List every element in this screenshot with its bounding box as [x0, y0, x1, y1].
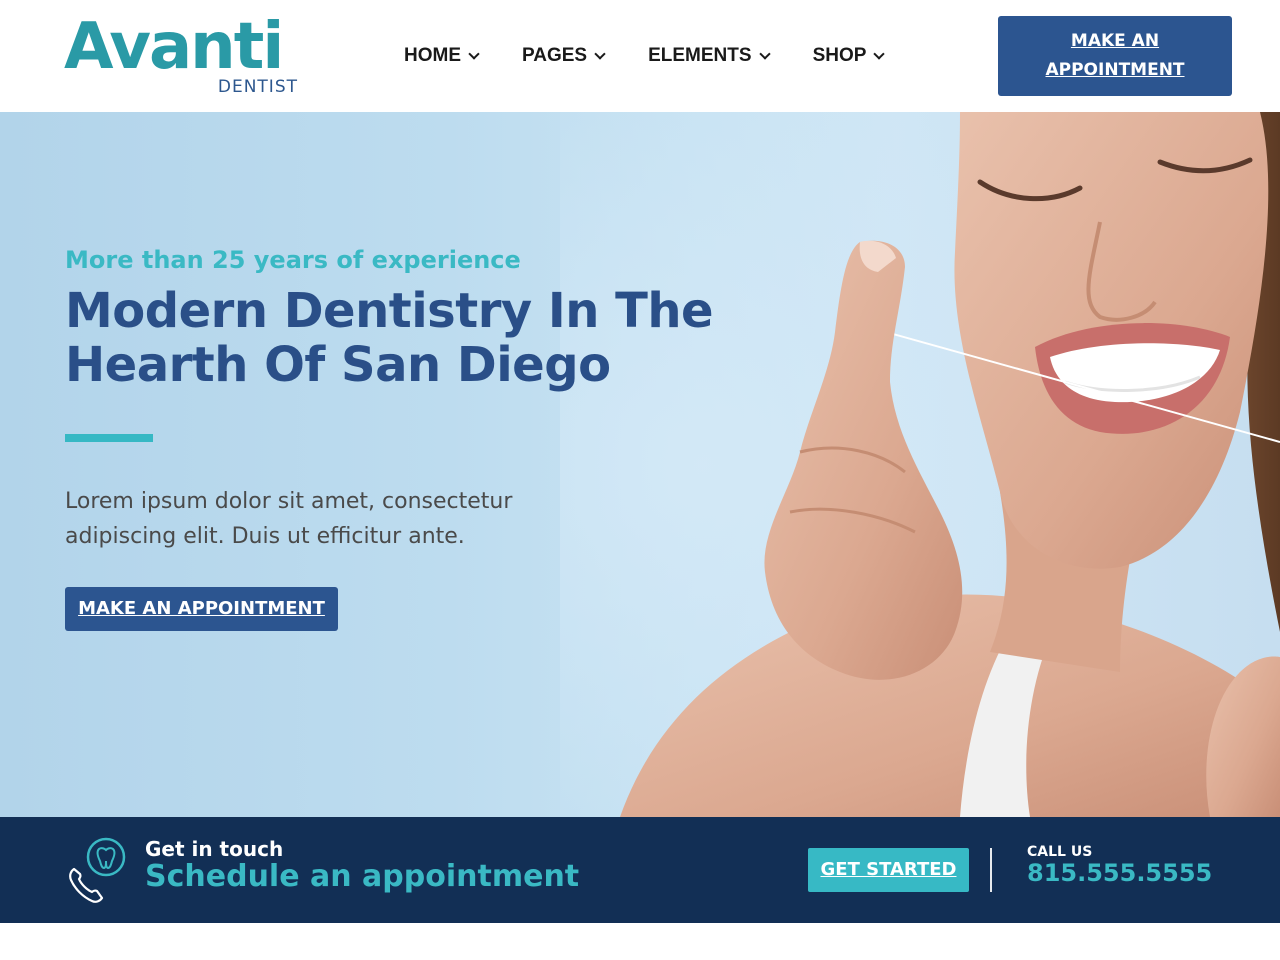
logo-tagline: DENTIST: [217, 77, 298, 97]
call-us-label: CALL US: [1027, 844, 1093, 860]
hero-lead-text: Lorem ipsum dolor sit amet, consectetur …: [65, 484, 565, 554]
nav-label: HOME: [404, 45, 461, 66]
button-label-line2: APPOINTMENT: [1045, 60, 1185, 80]
button-label-line1: MAKE AN: [1070, 31, 1160, 51]
nav-item-home[interactable]: HOME: [404, 42, 480, 70]
hero-headline: Modern Dentistry In The Hearth Of San Di…: [65, 284, 765, 392]
hero-section: More than 25 years of experience Modern …: [0, 112, 1280, 817]
hero-appointment-button[interactable]: MAKE AN APPOINTMENT: [65, 587, 338, 631]
nav-item-pages[interactable]: PAGES: [522, 42, 606, 70]
nav-label: ELEMENTS: [648, 45, 752, 66]
header-appointment-button[interactable]: MAKE AN APPOINTMENT: [998, 16, 1232, 96]
logo-wordmark: Avanti: [64, 10, 284, 84]
nav-label: SHOP: [812, 45, 867, 66]
cta-small-text: Get in touch: [145, 837, 284, 861]
nav-label: PAGES: [522, 45, 588, 66]
accent-divider: [65, 434, 153, 442]
nav-item-elements[interactable]: ELEMENTS: [648, 42, 771, 70]
main-nav: HOME PAGES ELEMENTS SHOP: [404, 42, 927, 70]
nav-item-shop[interactable]: SHOP: [812, 42, 886, 70]
phone-number-link[interactable]: 815.555.5555: [1027, 859, 1212, 887]
vertical-divider: [990, 848, 992, 892]
chevron-down-icon: [594, 47, 606, 60]
site-header: Avanti DENTIST HOME PAGES ELEMENTS SHOP …: [0, 0, 1280, 112]
appointment-bar: Get in touch Schedule an appointment GET…: [0, 817, 1280, 923]
site-logo[interactable]: Avanti DENTIST: [64, 10, 304, 100]
cta-big-text: Schedule an appointment: [145, 859, 580, 894]
chevron-down-icon: [468, 47, 480, 60]
lead-line1: Lorem ipsum dolor sit amet, consectetur: [65, 489, 513, 514]
chevron-down-icon: [873, 47, 886, 60]
hero-photo: [560, 112, 1280, 817]
headline-line2: Hearth Of San Diego: [65, 337, 611, 393]
headline-line1: Modern Dentistry In The: [65, 283, 714, 339]
get-started-button[interactable]: GET STARTED: [808, 848, 969, 892]
phone-tooth-icon: [69, 837, 126, 903]
hero-eyebrow: More than 25 years of experience: [65, 246, 521, 274]
chevron-down-icon: [758, 47, 771, 60]
lead-line2: adipiscing elit. Duis ut efficitur ante.: [65, 524, 465, 549]
